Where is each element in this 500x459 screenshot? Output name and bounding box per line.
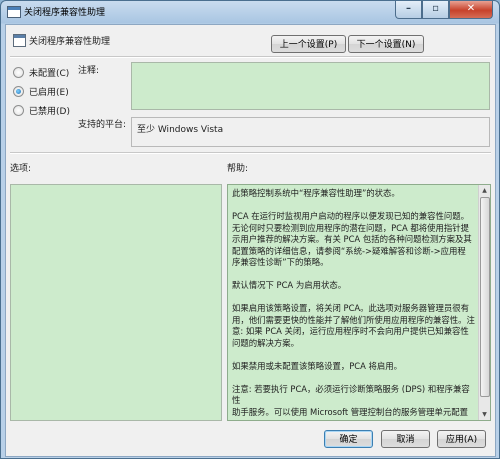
- minimize-button[interactable]: –: [395, 1, 422, 19]
- next-setting-button[interactable]: 下一个设置(N): [348, 35, 424, 53]
- scroll-up-arrow-icon[interactable]: ▲: [479, 185, 490, 196]
- help-paragraph: 默认情况下 PCA 为启用状态。: [232, 280, 347, 290]
- header-divider: [10, 56, 491, 58]
- radio-disabled[interactable]: 已禁用(D): [13, 103, 70, 117]
- radio-disabled-label: 已禁用(D): [29, 106, 70, 117]
- supported-platform-field: 至少 Windows Vista: [131, 117, 490, 147]
- options-panel: [10, 184, 222, 421]
- help-panel[interactable]: 此策略控制系统中“程序兼容性助理”的状态。 PCA 在运行时监视用户启动的程序以…: [227, 184, 491, 421]
- help-paragraph: 如果禁用或未配置该策略设置，PCA 将启用。: [232, 360, 403, 371]
- help-text: 此策略控制系统中“程序兼容性助理”的状态。 PCA 在运行时监视用户启动的程序以…: [232, 188, 477, 420]
- window-title: 关闭程序兼容性助理: [24, 8, 106, 18]
- radio-enabled-label: 已启用(E): [29, 87, 69, 98]
- help-paragraph: 如果启用该策略设置，将关闭 PCA。此选项对服务器管理员很有 用，他们需要更快的…: [232, 303, 475, 348]
- cancel-button[interactable]: 取消: [381, 430, 430, 448]
- dialog-client: 关闭程序兼容性助理 上一个设置(P) 下一个设置(N) 未配置(C) 已启用(E…: [5, 24, 496, 457]
- caption-buttons: – ▫ ✕: [395, 1, 493, 19]
- comment-textarea[interactable]: [131, 62, 490, 110]
- policy-icon: [7, 6, 21, 18]
- radio-not-configured-label: 未配置(C): [29, 68, 70, 79]
- maximize-button[interactable]: ▫: [422, 1, 449, 19]
- help-paragraph: 注意: 若要执行 PCA，必须运行诊断策略服务 (DPS) 和程序兼容性 助手服…: [232, 383, 470, 417]
- options-divider: [10, 152, 491, 154]
- help-paragraph: 此策略控制系统中“程序兼容性助理”的状态。: [232, 188, 400, 198]
- previous-setting-button[interactable]: 上一个设置(P): [271, 35, 346, 53]
- options-label: 选项:: [10, 164, 32, 174]
- close-button[interactable]: ✕: [449, 1, 493, 19]
- ok-button[interactable]: 确定: [324, 430, 373, 448]
- policy-title: 关闭程序兼容性助理: [29, 37, 111, 47]
- title-bar[interactable]: 关闭程序兼容性助理 – ▫ ✕: [1, 1, 499, 23]
- scroll-thumb[interactable]: [480, 197, 490, 397]
- radio-enabled[interactable]: 已启用(E): [13, 84, 69, 98]
- policy-dialog-window: 关闭程序兼容性助理 – ▫ ✕ 关闭程序兼容性助理 上一个设置(P) 下一个设置…: [0, 0, 500, 459]
- radio-not-configured[interactable]: 未配置(C): [13, 65, 69, 79]
- setting-icon: [13, 34, 26, 47]
- help-label: 帮助:: [227, 164, 249, 174]
- help-scrollbar[interactable]: ▲ ▼: [478, 185, 490, 420]
- radio-disabled-circle[interactable]: [13, 104, 24, 116]
- supported-platform-label: 支持的平台:: [78, 120, 127, 130]
- apply-button[interactable]: 应用(A): [437, 430, 486, 448]
- supported-platform-value: 至少 Windows Vista: [137, 125, 224, 135]
- radio-not-configured-circle[interactable]: [13, 66, 24, 78]
- radio-enabled-circle[interactable]: [13, 85, 24, 97]
- comment-label: 注释:: [78, 66, 100, 76]
- scroll-down-arrow-icon[interactable]: ▼: [479, 409, 490, 420]
- help-paragraph: PCA 在运行时监视用户启动的程序以便发现已知的兼容性问题。 无论何时只要检测到…: [232, 211, 472, 267]
